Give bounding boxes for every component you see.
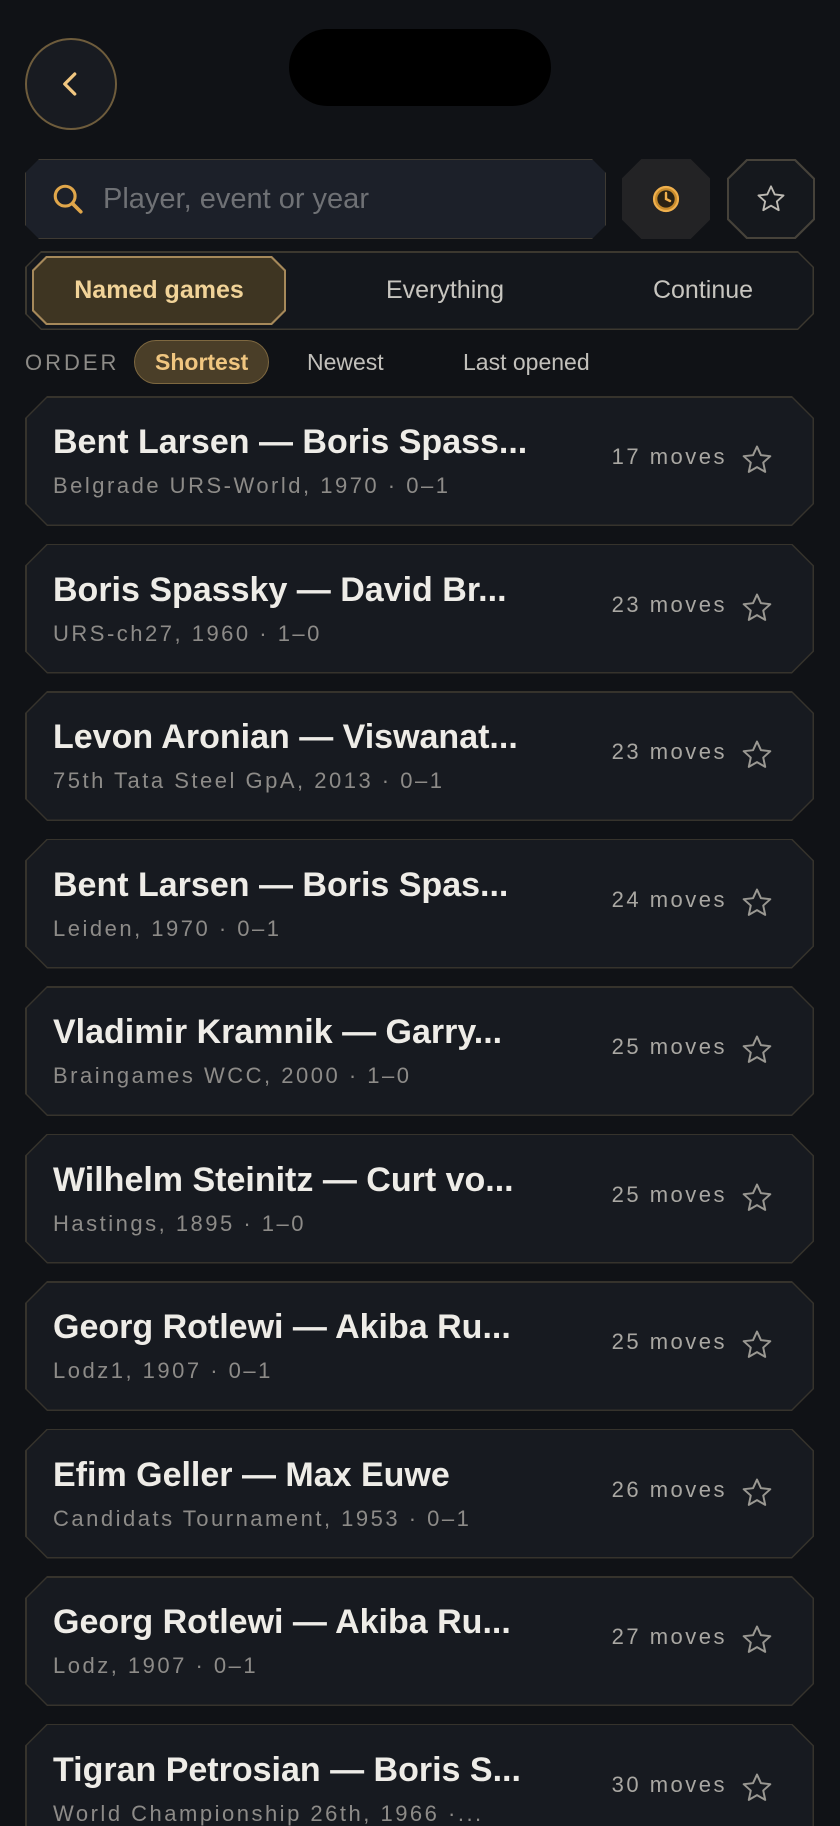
list-item[interactable]: Wilhelm Steinitz — Curt vo... Hastings, … [25,1134,814,1264]
game-meta: Candidats Tournament, 1953 · 0–1 [53,1505,472,1531]
move-count: 25 moves [611,1034,727,1059]
list-item[interactable]: Bent Larsen — Boris Spas... Leiden, 1970… [25,839,814,969]
game-meta: Belgrade URS-World, 1970 · 0–1 [53,473,451,498]
list-item[interactable]: Levon Aronian — Viswanat... 75th Tata St… [25,691,814,821]
star-icon [757,185,785,212]
game-title: Levon Aronian — Viswanat... [53,718,518,756]
move-count: 23 moves [611,591,727,617]
star-icon[interactable] [740,1623,774,1657]
move-count: 30 moves [611,1771,727,1797]
favorites-button[interactable] [727,159,815,239]
move-count: 25 moves [611,1329,727,1354]
list-item[interactable]: Vladimir Kramnik — Garry... Braingames W… [25,986,814,1116]
list-item[interactable]: Boris Spassky — David Br... URS-ch27, 19… [25,544,814,674]
scope-tabs: Named games Everything Continue [25,251,814,330]
game-meta: World Championship 26th, 1966 ·... [53,1800,484,1826]
game-title: Bent Larsen — Boris Spass... [53,423,528,461]
game-title: Boris Spassky — David Br... [53,570,507,609]
star-icon[interactable] [740,1181,774,1215]
history-button[interactable] [622,159,710,239]
move-count: 17 moves [611,444,727,469]
list-item[interactable]: Efim Geller — Max Euwe Candidats Tournam… [25,1429,814,1559]
move-count: 25 moves [611,1181,727,1207]
list-item[interactable]: Georg Rotlewi — Akiba Ru... Lodz, 1907 ·… [25,1576,814,1706]
game-title: Wilhelm Steinitz — Curt vo... [53,1160,514,1199]
game-meta: URS-ch27, 1960 · 1–0 [53,620,322,646]
star-icon[interactable] [740,886,774,920]
game-title: Efim Geller — Max Euwe [53,1455,450,1494]
tab-label: Everything [385,276,505,304]
search-icon [51,182,85,216]
game-title: Vladimir Kramnik — Garry... [53,1013,503,1051]
move-count: 26 moves [611,1476,727,1502]
star-icon[interactable] [740,443,774,477]
move-count: 23 moves [611,739,727,764]
clock-icon [652,185,680,213]
sort-newest-chip[interactable]: Newest [287,340,404,384]
back-button[interactable] [25,38,117,130]
game-meta: 75th Tata Steel GpA, 2013 · 0–1 [53,768,445,793]
game-meta: Lodz, 1907 · 0–1 [53,1653,259,1678]
star-icon[interactable] [740,1476,774,1510]
order-label: ORDER [25,350,120,375]
tab-label: Named games [74,276,244,304]
list-item[interactable]: Bent Larsen — Boris Spass... Belgrade UR… [25,396,814,526]
game-title: Georg Rotlewi — Akiba Ru... [53,1603,511,1641]
search-bar[interactable] [25,159,606,239]
star-icon[interactable] [740,1771,774,1805]
game-title: Tigran Petrosian — Boris S... [53,1750,521,1789]
star-icon[interactable] [740,591,774,625]
sort-shortest-chip[interactable]: Shortest [134,340,270,384]
sort-last-opened-chip[interactable]: Last opened [443,340,610,384]
game-meta: Hastings, 1895 · 1–0 [53,1210,307,1236]
game-title: Bent Larsen — Boris Spas... [53,865,509,904]
game-meta: Leiden, 1970 · 0–1 [53,915,282,941]
game-meta: Lodz1, 1907 · 0–1 [53,1358,273,1383]
sort-order-bar: ORDER Shortest Newest Last opened [25,340,815,384]
games-list: Bent Larsen — Boris Spass... Belgrade UR… [25,396,815,1826]
star-icon[interactable] [740,1033,774,1067]
list-item[interactable]: Georg Rotlewi — Akiba Ru... Lodz1, 1907 … [25,1281,814,1411]
star-icon[interactable] [740,738,774,772]
tab-continue[interactable]: Continue [568,256,838,325]
chevron-left-icon [63,72,77,96]
move-count: 27 moves [611,1624,727,1649]
star-icon[interactable] [740,1328,774,1362]
tab-label: Continue [652,276,754,304]
tab-everything[interactable]: Everything [310,256,580,325]
list-item[interactable]: Tigran Petrosian — Boris S... World Cham… [25,1724,814,1826]
camera-notch [289,29,551,106]
game-meta: Braingames WCC, 2000 · 1–0 [53,1063,412,1088]
tab-named-games[interactable]: Named games [32,256,286,325]
game-title: Georg Rotlewi — Akiba Ru... [53,1308,511,1346]
search-input[interactable] [103,183,583,216]
move-count: 24 moves [611,886,727,912]
